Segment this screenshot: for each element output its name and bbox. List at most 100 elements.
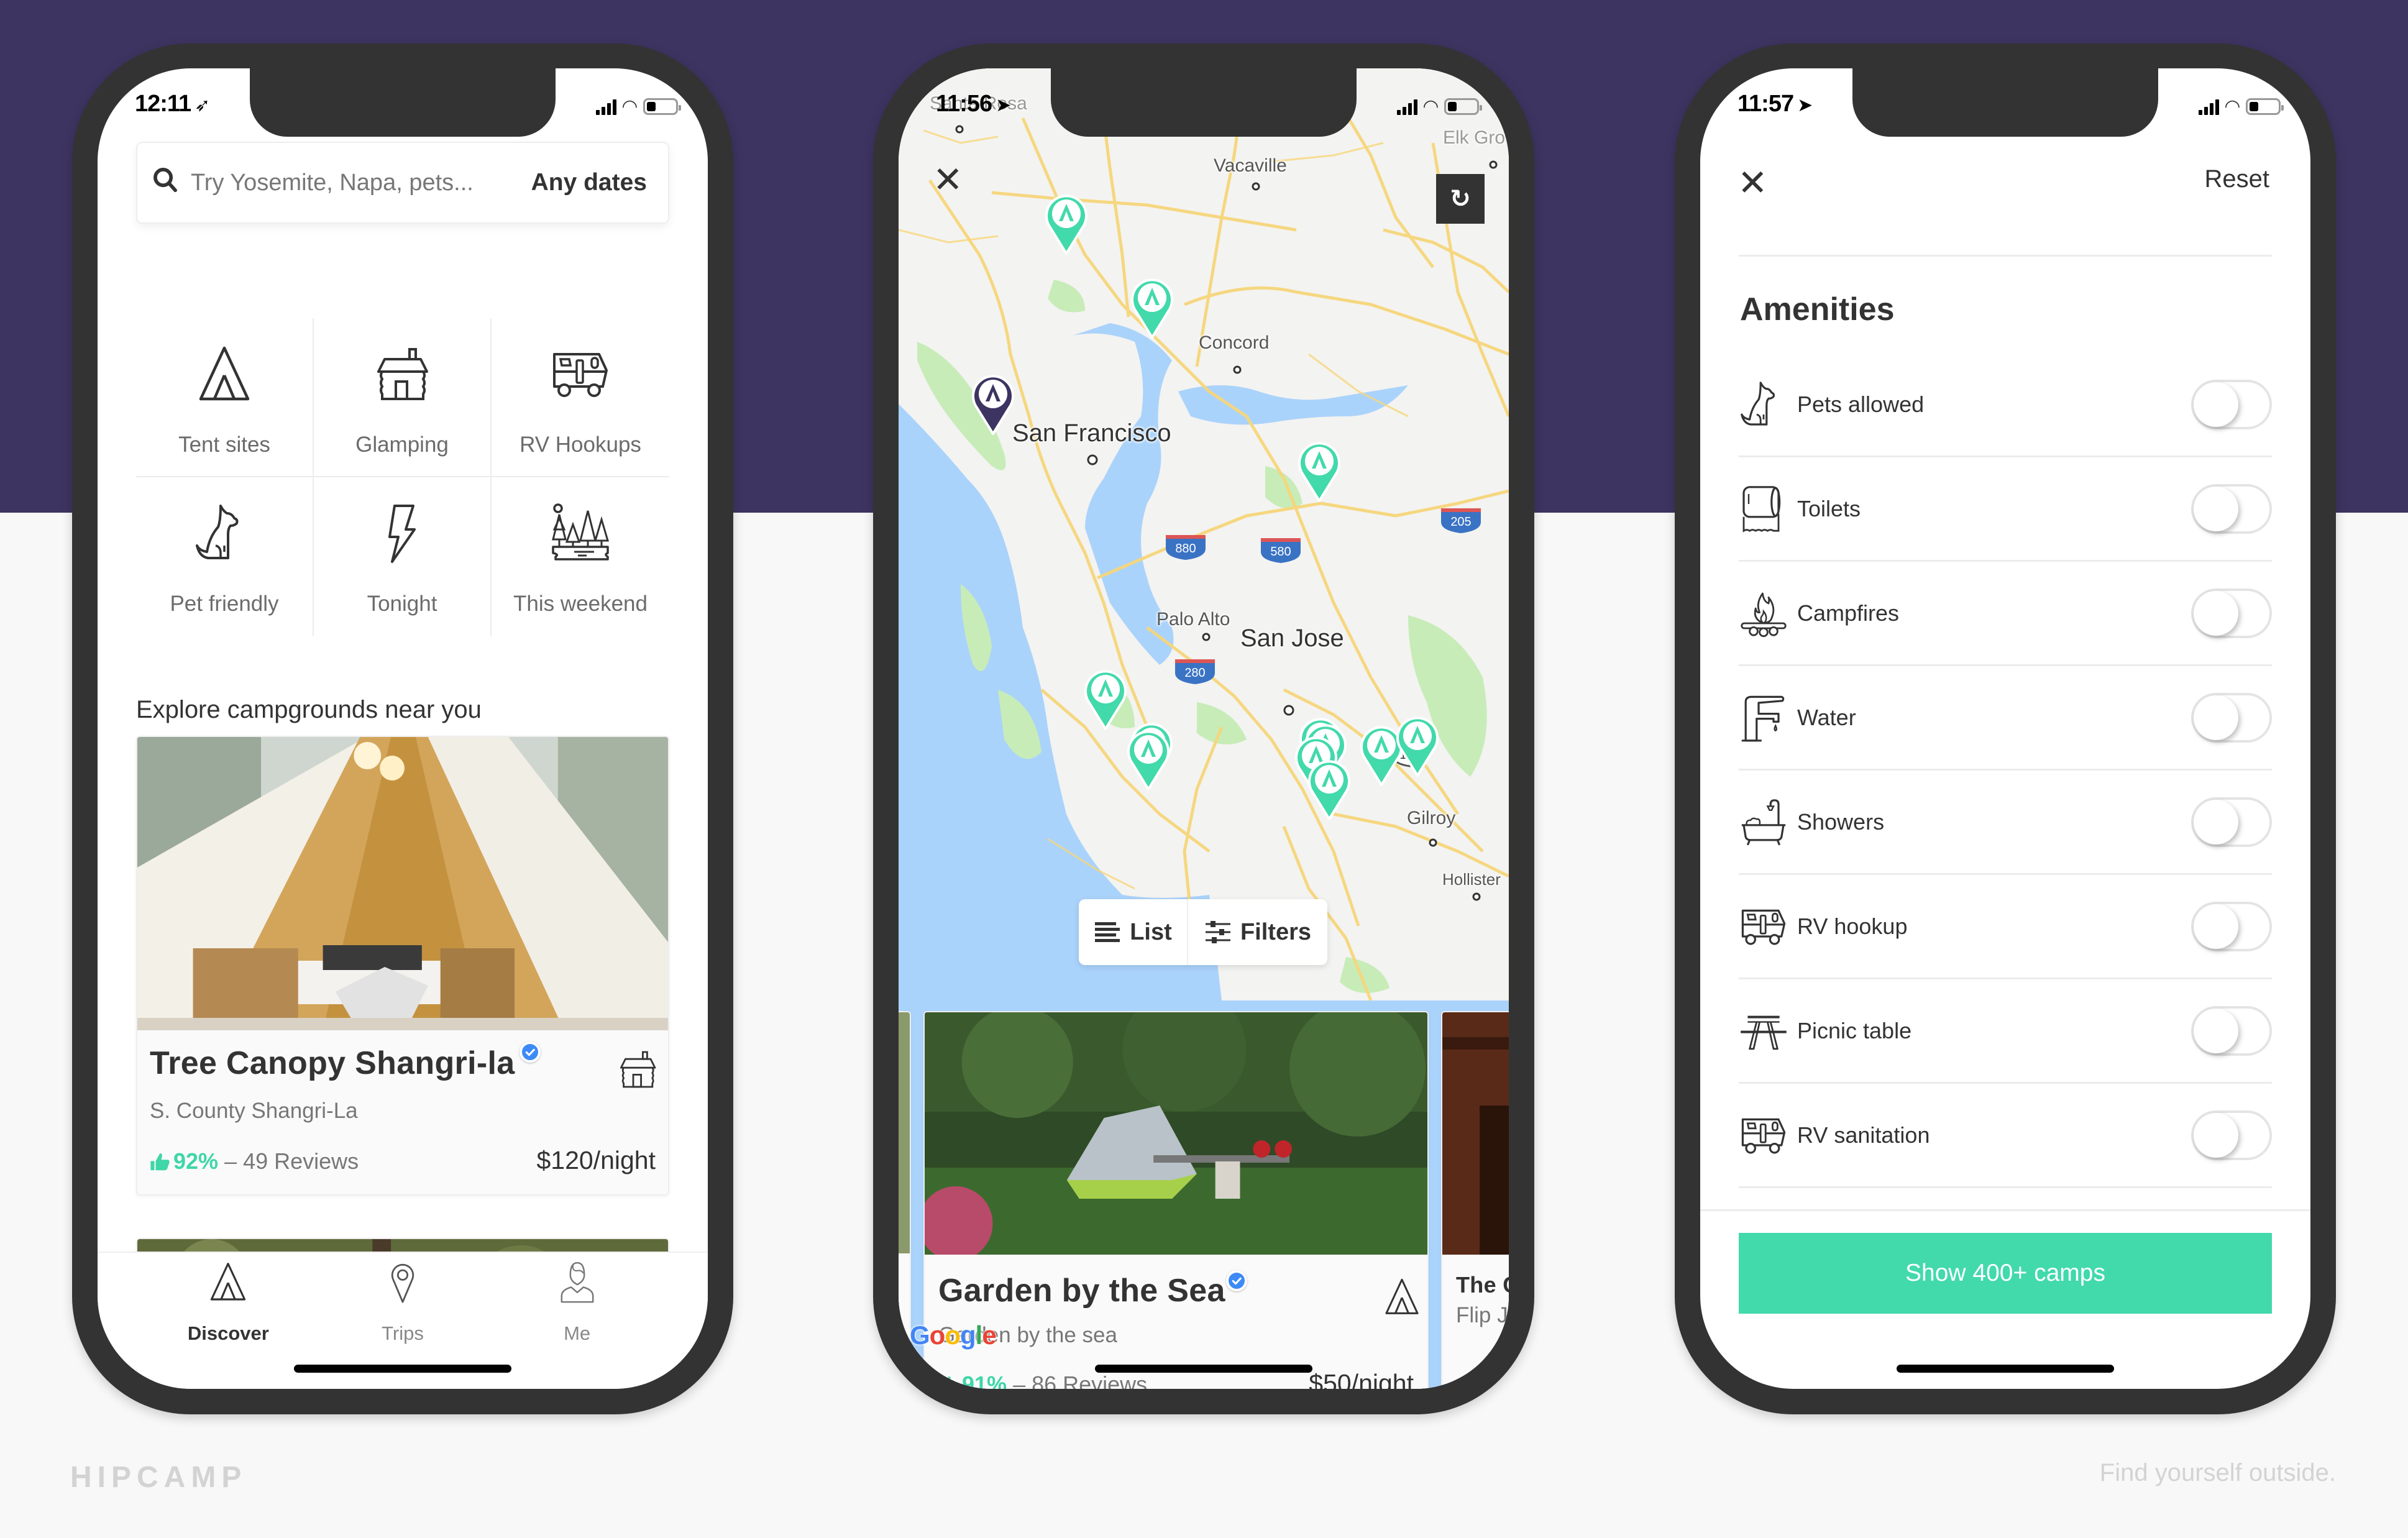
category-label: RV Hookups [520,433,641,457]
thumbs-up-icon [150,1151,171,1172]
location-arrow-icon: ➶ [195,95,210,116]
list-label: List [1130,918,1172,945]
rating-percent: 91% [962,1371,1007,1389]
status-time: 11:56 ➤ [936,91,1011,117]
verified-badge-icon [520,1041,541,1063]
wifi-icon: ◠ [2225,96,2240,117]
close-filters-button[interactable]: ✕ [1737,162,1768,204]
listing-title: Garden by the Sea [938,1273,1225,1309]
amenity-label: Water [1797,704,1856,730]
picnic-table-icon [1739,1006,1788,1056]
search-input[interactable] [191,169,531,196]
category-this-weekend[interactable]: This weekend [492,477,669,636]
category-grid: Tent sites Glamping RV Hookups Pet frien… [136,318,669,636]
tab-label: Me [564,1322,591,1344]
toilet-paper-icon [1739,484,1788,534]
campsite-map-pin[interactable] [1083,668,1128,730]
rv-icon [1739,902,1788,951]
listing-card[interactable]: Garden by the Sea Garden by the sea 91% … [923,1011,1429,1389]
rv-sanitation-toggle[interactable] [2191,1110,2272,1160]
listing-rating: 100 [1456,1371,1509,1389]
search-bar[interactable]: Any dates [136,142,669,224]
pets-allowed-toggle[interactable] [2191,379,2272,429]
search-icon [151,165,180,201]
map-label: Hollister [1442,870,1501,889]
map-screen: 5 880 580 205 280 101 Santa Rosa Vacavil… [899,68,1509,1389]
tent-icon [1381,1276,1422,1317]
refresh-search-button[interactable]: ↻ [1436,174,1485,224]
discover-screen: 12:11➶ ◠ Any dates Tent sites Glamping R… [98,68,708,1389]
phone-filters: 11:57 ➤ ◠ ✕ Reset Amenities Pets allowed … [1675,43,2336,1414]
rating-percent: 100 [1480,1371,1509,1389]
list-view-button[interactable]: List [1079,899,1188,965]
map-label: Vacaville [1214,155,1287,176]
campsite-map-pin[interactable] [1126,728,1171,790]
list-icon [1095,922,1120,942]
phone-map: 5 880 580 205 280 101 Santa Rosa Vacavil… [873,43,1534,1414]
amenity-row-rv-hookup: RV hookup [1739,875,2272,979]
category-label: Tent sites [178,433,270,457]
category-label: This weekend [513,592,648,616]
picnic-table-toggle[interactable] [2191,1005,2272,1056]
sliders-icon [1205,921,1230,943]
forest-icon [546,502,615,564]
campsite-map-pin[interactable] [1044,193,1089,255]
map-view[interactable]: 5 880 580 205 280 101 Santa Rosa Vacavil… [899,68,1509,1389]
category-glamping[interactable]: Glamping [314,318,492,477]
campsite-map-pin[interactable] [1297,440,1342,502]
tab-me[interactable]: Me [515,1253,639,1389]
any-dates-button[interactable]: Any dates [531,169,647,196]
listing-card-partial[interactable] [899,1011,911,1389]
category-pet-friendly[interactable]: Pet friendly [136,477,314,636]
battery-icon [2246,98,2284,115]
listing-photo [899,1012,910,1253]
user-icon [556,1260,599,1304]
showers-toggle[interactable] [2191,797,2272,847]
status-time: 12:11 ➶ [135,91,210,117]
amenity-label: RV hookup [1797,913,1908,939]
rv-hookup-toggle[interactable] [2191,901,2272,951]
tent-icon [206,1260,250,1304]
amenity-label: Picnic table [1797,1017,1912,1043]
bathtub-icon [1739,797,1788,847]
map-label: Palo Alto [1156,609,1230,629]
campsite-map-pin[interactable] [1395,715,1440,777]
thumbs-up-icon [1456,1374,1477,1389]
listing-photo [1442,1012,1509,1255]
amenity-row-showers: Showers [1739,771,2272,875]
campsite-map-pin-selected[interactable] [971,373,1015,435]
location-arrow-icon: ➤ [1797,95,1813,116]
listing-card-partial[interactable]: The C Flip J 100 [1441,1011,1509,1389]
phone-notch [1051,68,1357,137]
rating-percent: 92% [173,1148,219,1174]
listing-price: $50/night [1309,1369,1414,1389]
cabin-icon [615,1048,661,1091]
show-camps-button[interactable]: Show 400+ camps [1739,1233,2272,1314]
listing-card[interactable]: Tree Canopy Shangri-la S. County Shangri… [136,736,669,1196]
category-rv-hookups[interactable]: RV Hookups [492,318,669,477]
listing-title: The C [1456,1272,1509,1298]
highway-shield: 280 [1184,666,1205,680]
category-tent-sites[interactable]: Tent sites [136,318,314,477]
amenity-row-rv-sanitation: RV sanitation [1739,1084,2272,1188]
category-tonight[interactable]: Tonight [314,477,492,636]
map-label: San Jose [1240,625,1344,652]
cabin-icon [368,343,436,405]
tagline: Find yourself outside. [2099,1459,2336,1486]
tab-discover[interactable]: Discover [166,1253,290,1389]
refresh-icon: ↻ [1450,185,1471,213]
toilets-toggle[interactable] [2191,483,2272,534]
campsite-map-pin[interactable] [1307,758,1352,820]
water-toggle[interactable] [2191,692,2272,743]
review-count: – 49 Reviews [224,1148,359,1174]
campsite-map-pin[interactable] [1130,277,1174,339]
divider [1739,255,2272,257]
campfires-toggle[interactable] [2191,588,2272,638]
filters-button[interactable]: Filters [1188,899,1327,965]
reset-button[interactable]: Reset [2205,165,2270,193]
tab-label: Discover [187,1322,269,1344]
google-logo: Google [910,1321,997,1350]
amenity-row-toilets: Toilets [1739,457,2272,562]
thumbs-up-icon [938,1374,959,1389]
close-map-button[interactable]: ✕ [933,158,963,201]
